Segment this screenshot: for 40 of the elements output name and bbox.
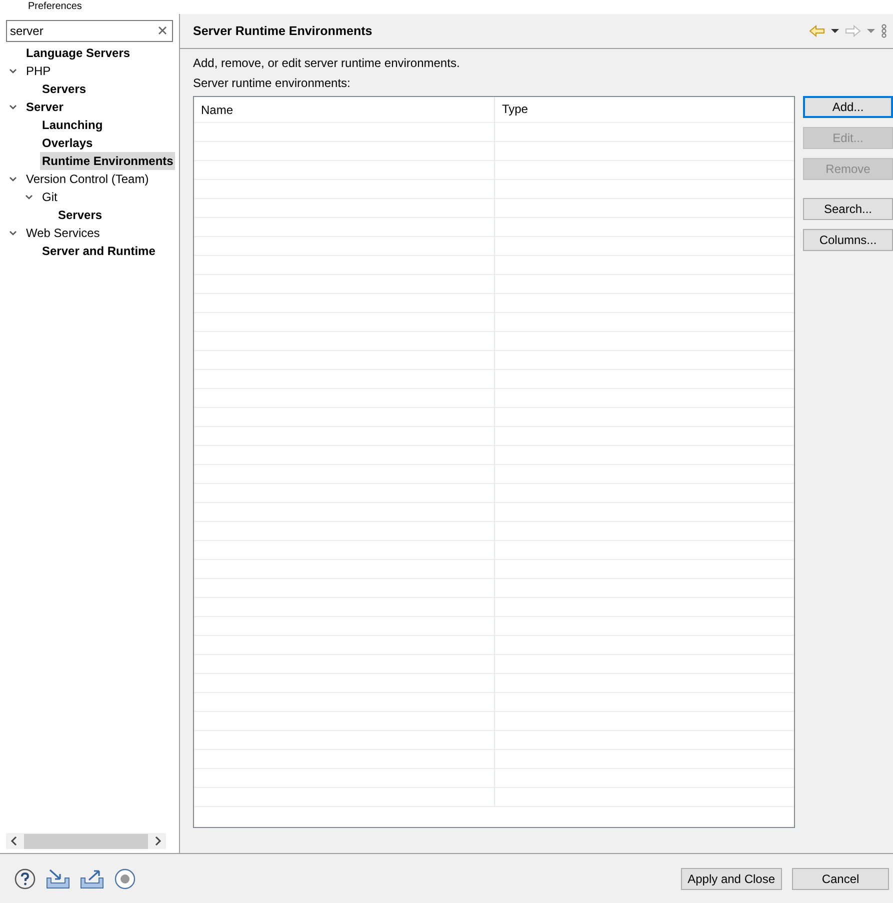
horizontal-scrollbar[interactable] — [6, 833, 166, 849]
runtime-table[interactable]: Name Type — [193, 96, 795, 828]
tree-item[interactable]: Server and Runtime — [40, 242, 158, 260]
page-title: Server Runtime Environments — [193, 24, 372, 38]
dialog-button[interactable]: Apply and Close — [680, 868, 782, 890]
record-icon[interactable] — [114, 868, 136, 890]
action-button[interactable]: Add... — [803, 96, 893, 118]
chevron-down-icon[interactable] — [8, 174, 18, 184]
tree-item[interactable]: Launching — [40, 116, 105, 134]
tree-item[interactable]: Servers — [40, 80, 88, 98]
action-button[interactable]: Search... — [803, 198, 893, 220]
table-label: Server runtime environments: — [193, 76, 352, 92]
more-menu-icon[interactable] — [881, 24, 887, 38]
tree-item[interactable]: Server — [24, 98, 66, 116]
chevron-down-icon[interactable] — [8, 66, 18, 76]
help-icon[interactable] — [14, 868, 36, 890]
filter-field[interactable]: server — [6, 20, 173, 42]
scroll-left-icon[interactable] — [10, 836, 18, 846]
import-icon[interactable] — [46, 868, 70, 888]
dropdown-icon[interactable] — [831, 28, 839, 34]
action-button[interactable]: Columns... — [803, 229, 893, 251]
export-icon[interactable] — [80, 868, 104, 888]
page-description: Add, remove, or edit server runtime environments. — [193, 56, 461, 72]
chevron-down-icon[interactable] — [8, 228, 18, 238]
tree-item[interactable]: Runtime Environments — [40, 152, 176, 170]
tree-item[interactable]: Web Services — [24, 224, 102, 242]
dialog-button[interactable]: Cancel — [792, 868, 889, 890]
column-header[interactable]: Type — [494, 97, 794, 122]
column-header[interactable]: Name — [194, 102, 494, 116]
tree-item[interactable]: Overlays — [40, 134, 95, 152]
chevron-down-icon[interactable] — [24, 192, 34, 202]
tree-item[interactable]: Language Servers — [24, 44, 132, 62]
clear-icon[interactable] — [158, 26, 167, 35]
tree-item[interactable]: PHP — [24, 62, 53, 80]
tree-item[interactable]: Version Control (Team) — [24, 170, 151, 188]
scroll-right-icon[interactable] — [154, 836, 162, 846]
chevron-down-icon[interactable] — [8, 102, 18, 112]
window-title: Preferences — [28, 1, 82, 13]
tree-item[interactable]: Git — [40, 188, 60, 206]
tree-item[interactable]: Servers — [56, 206, 104, 224]
